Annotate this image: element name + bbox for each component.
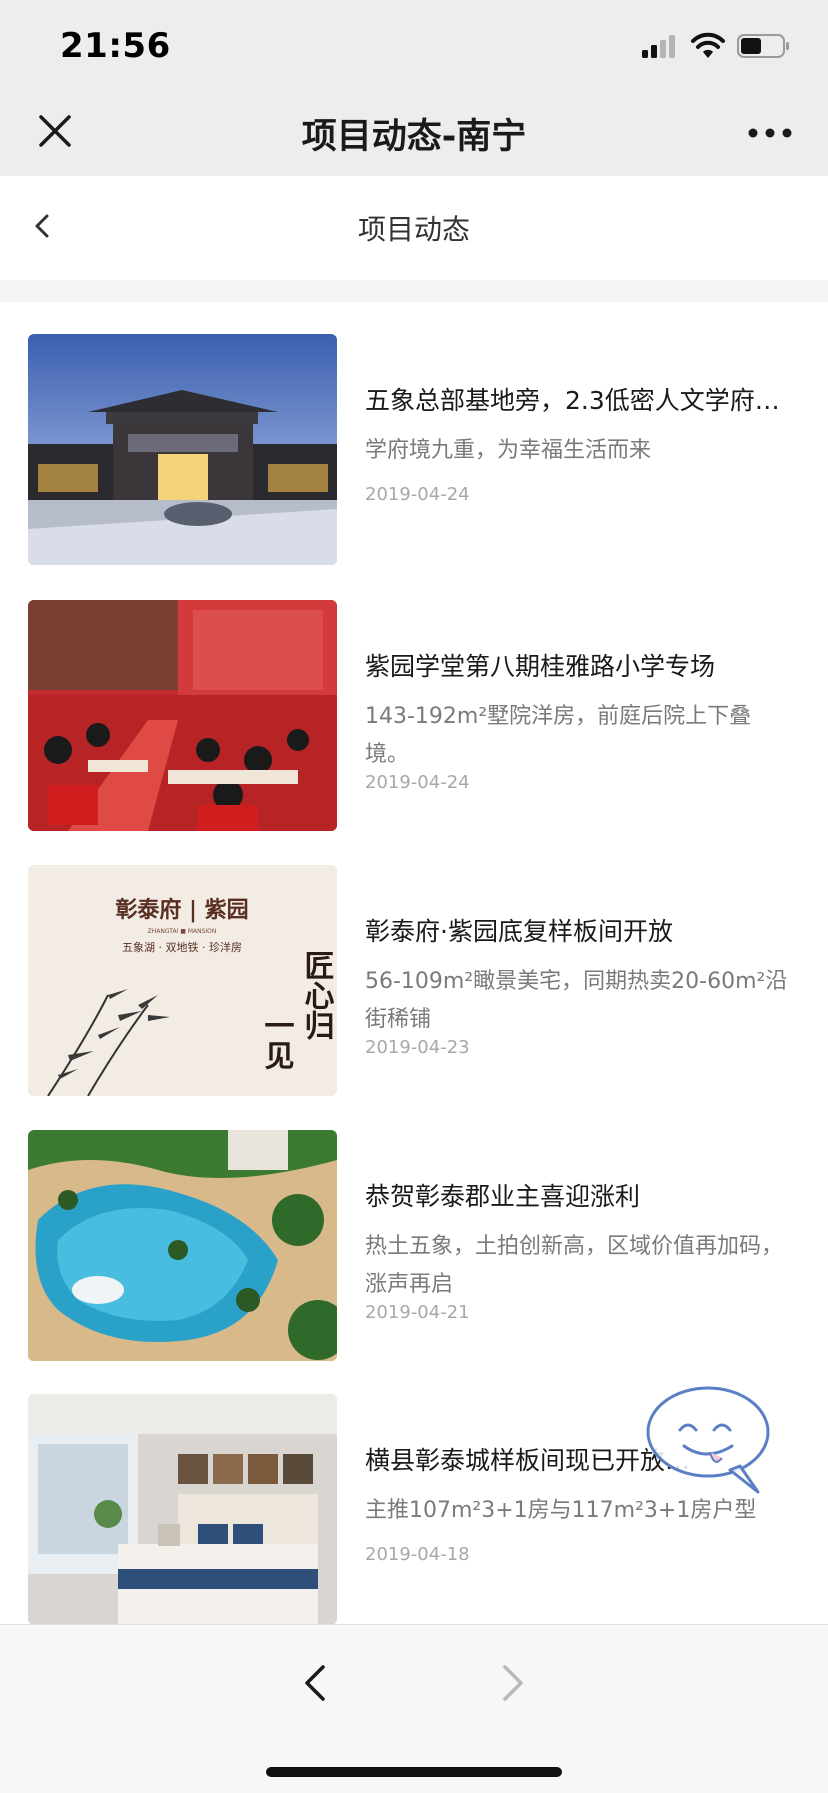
poster-brand-en: ZHANGTAI ■ MANSION — [148, 928, 217, 935]
bottom-toolbar — [0, 1624, 828, 1793]
article-title: 五象总部基地旁，2.3低密人文学府… — [365, 386, 780, 415]
article-date: 2019-04-21 — [365, 1302, 470, 1323]
article-date: 2019-04-23 — [365, 1037, 470, 1058]
browser-forward-button[interactable] — [488, 1655, 538, 1715]
chevron-right-icon — [501, 1663, 525, 1707]
status-time: 21:56 — [60, 26, 171, 66]
status-icons — [640, 32, 792, 64]
wifi-icon — [690, 32, 726, 64]
article-date: 2019-04-24 — [365, 484, 470, 505]
poster-calligraphy-left: 一见 — [259, 1010, 295, 1070]
article-item[interactable]: 五象总部基地旁，2.3低密人文学府… 学府境九重，为幸福生活而来 2019-04… — [0, 334, 828, 566]
article-item[interactable]: 彰泰府 | 紫园 ZHANGTAI ■ MANSION 五象湖 · 双地铁 · … — [0, 865, 828, 1097]
chat-bubble-icon — [640, 1386, 776, 1504]
article-title: 恭贺彰泰郡业主喜迎涨利 — [365, 1182, 641, 1211]
article-summary: 热土五象，土拍创新高，区域价值再加码，涨声再启 — [365, 1234, 784, 1297]
status-bar: 21:56 — [0, 0, 828, 88]
article-date: 2019-04-24 — [365, 772, 470, 793]
article-title: 紫园学堂第八期桂雅路小学专场 — [365, 652, 716, 681]
nav-bar: 项目动态-南宁 — [0, 88, 828, 176]
floating-chat-button[interactable] — [640, 1380, 776, 1500]
battery-icon — [736, 32, 792, 64]
article-date: 2019-04-18 — [365, 1544, 470, 1565]
home-indicator — [266, 1767, 562, 1777]
article-thumbnail — [28, 1394, 337, 1625]
article-thumbnail — [28, 334, 337, 565]
page-title: 项目动态 — [357, 213, 470, 246]
article-summary: 学府境九重，为幸福生活而来 — [365, 438, 652, 463]
section-divider — [0, 280, 828, 302]
article-thumbnail — [28, 1130, 337, 1361]
more-icon — [747, 124, 793, 143]
article-item[interactable]: 恭贺彰泰郡业主喜迎涨利 热土五象，土拍创新高，区域价值再加码，涨声再启 2019… — [0, 1130, 828, 1362]
article-title: 彰泰府·紫园底复样板间开放 — [365, 917, 673, 946]
nav-title: 项目动态-南宁 — [301, 117, 527, 157]
poster-brand: 彰泰府 | 紫园 — [115, 897, 248, 923]
article-summary: 56-109m²瞰景美宅，同期热卖20-60m²沿街稀铺 — [365, 969, 788, 1032]
poster-calligraphy-right: 匠心归 — [299, 950, 335, 1041]
chevron-left-icon — [303, 1663, 327, 1707]
poster-tagline: 五象湖 · 双地铁 · 珍洋房 — [122, 940, 242, 954]
signal-icon — [640, 32, 680, 64]
article-summary: 143-192m²墅院洋房，前庭后院上下叠境。 — [365, 704, 752, 767]
article-item[interactable]: 紫园学堂第八期桂雅路小学专场 143-192m²墅院洋房，前庭后院上下叠境。 2… — [0, 600, 828, 832]
more-button[interactable] — [740, 108, 800, 158]
article-thumbnail — [28, 600, 337, 831]
article-thumbnail: 彰泰府 | 紫园 ZHANGTAI ■ MANSION 五象湖 · 双地铁 · … — [28, 865, 337, 1096]
page-header: 项目动态 — [0, 176, 828, 280]
browser-back-button[interactable] — [290, 1655, 340, 1715]
